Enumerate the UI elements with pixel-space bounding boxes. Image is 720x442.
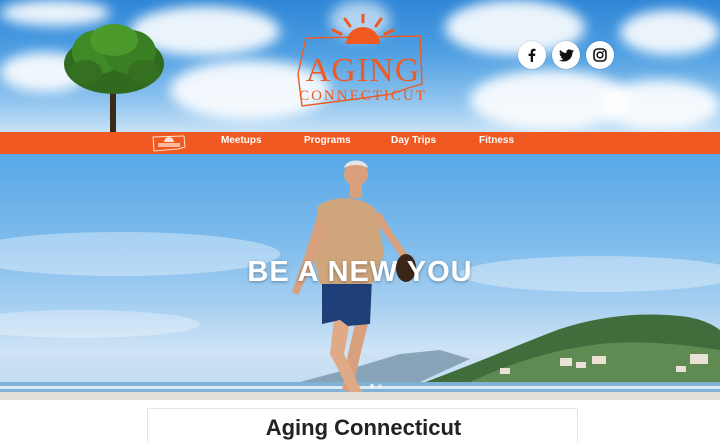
nav-item-meetups[interactable]: Meetups	[221, 135, 262, 146]
site-logo[interactable]: AGING CONNECTICUT	[288, 14, 438, 118]
logo-text-secondary: CONNECTICUT	[299, 88, 427, 104]
social-links	[518, 41, 614, 69]
nav-item-day-trips[interactable]: Day Trips	[391, 135, 436, 146]
main-nav: Meetups Programs Day Trips Fitness	[0, 132, 720, 154]
cloud	[620, 10, 720, 55]
hero-banner: BE A NEW YOU	[0, 154, 720, 400]
logo-text-primary: AGING	[305, 52, 421, 89]
instagram-link[interactable]	[586, 41, 614, 69]
page-title: Aging Connecticut	[265, 415, 462, 440]
hero-title: BE A NEW YOU	[247, 256, 473, 288]
site-header: AGING CONNECTICUT	[0, 0, 720, 132]
twitter-link[interactable]	[552, 41, 580, 69]
twitter-icon	[558, 48, 574, 61]
facebook-link[interactable]	[518, 41, 546, 69]
main-content: Aging Connecticut	[0, 400, 720, 442]
cloud	[600, 80, 720, 130]
nav-item-fitness[interactable]: Fitness	[479, 135, 514, 146]
facebook-icon	[528, 48, 536, 62]
tree-image	[64, 24, 164, 132]
nav-logo-icon[interactable]	[150, 133, 188, 153]
nav-item-programs[interactable]: Programs	[304, 135, 351, 146]
content-card: Aging Connecticut	[147, 408, 578, 442]
instagram-icon	[593, 48, 607, 62]
